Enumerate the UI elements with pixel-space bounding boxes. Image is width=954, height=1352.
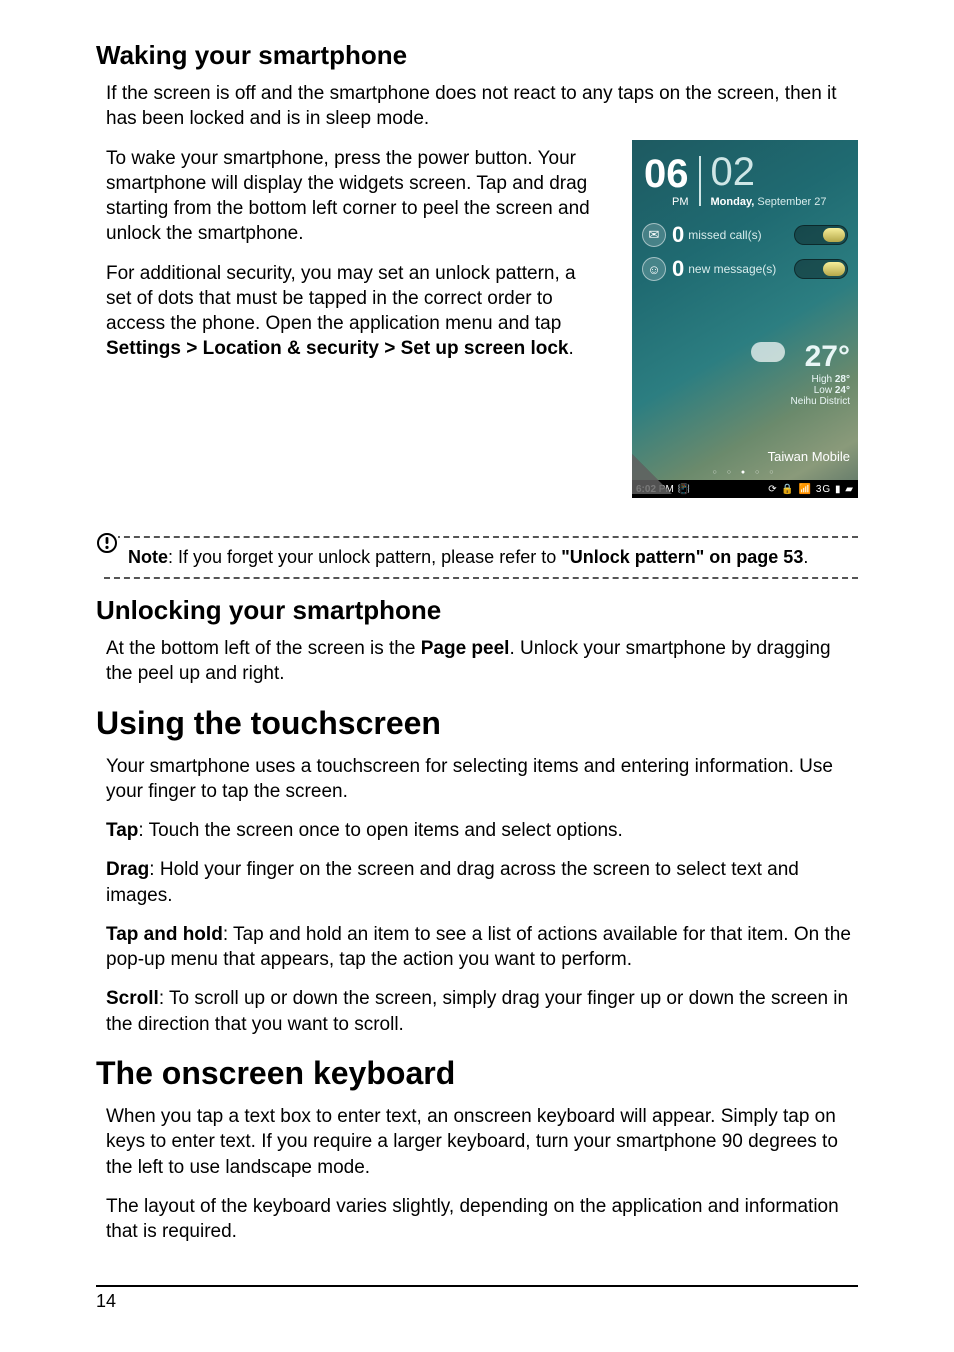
missed-calls-row[interactable]: ✉ 0 missed call(s) <box>642 222 848 248</box>
network-label: 3G <box>816 484 831 495</box>
para-waking-3: For additional security, you may set an … <box>96 261 606 362</box>
wifi-icon: 📶 <box>799 484 812 495</box>
clock-hour-col: 06 PM <box>644 154 689 208</box>
weather-low-lbl: Low <box>814 385 835 396</box>
note-label: Note <box>128 547 168 567</box>
para-touch-tap: Tap: Touch the screen once to open items… <box>96 818 858 843</box>
manual-page: Waking your smartphone If the screen is … <box>0 0 954 1352</box>
heading-touchscreen: Using the touchscreen <box>96 705 858 742</box>
para-waking-3c: . <box>568 338 573 359</box>
heading-unlocking: Unlocking your smartphone <box>96 595 858 626</box>
note-body: : If you forget your unlock pattern, ple… <box>168 547 561 567</box>
para-touch-drag: Drag: Hold your finger on the screen and… <box>96 857 858 908</box>
clock-hour: 06 <box>644 154 689 194</box>
term-scroll: Scroll <box>106 988 159 1009</box>
weather-widget: 27° High 28° Low 24° Neihu District <box>791 340 850 407</box>
term-taphold: Tap and hold <box>106 924 223 945</box>
para-unlocking-1a: At the bottom left of the screen is the <box>106 638 421 659</box>
weather-low: Low 24° <box>791 385 850 396</box>
weather-location: Neihu District <box>791 396 850 407</box>
new-messages-count: 0 <box>672 256 684 282</box>
lockscreen-clock-row: 06 PM 02 Monday, September 27 <box>632 140 858 214</box>
note-tail: . <box>803 547 808 567</box>
para-waking-2: To wake your smartphone, press the power… <box>96 146 606 247</box>
clock-divider <box>699 156 701 206</box>
page-peel[interactable] <box>632 454 676 498</box>
weather-high: High 28° <box>791 374 850 385</box>
cloud-icon <box>751 342 785 362</box>
para-touch-1: Your smartphone uses a touchscreen for s… <box>96 754 858 805</box>
def-scroll: : To scroll up or down the screen, simpl… <box>106 988 848 1034</box>
heading-waking: Waking your smartphone <box>96 40 858 71</box>
footer-rule <box>96 1285 858 1287</box>
settings-path: Settings > Location & security > Set up … <box>106 338 568 359</box>
clock-day: Monday, <box>711 196 755 208</box>
note-xref[interactable]: "Unlock pattern" on page 53 <box>561 547 803 567</box>
status-right: ⟳ 🔒 📶 3G ▮ ▰ <box>768 484 854 495</box>
battery-icon: ▰ <box>845 484 854 495</box>
clock-date: Monday, September 27 <box>711 196 827 208</box>
weather-high-lbl: High <box>812 374 835 385</box>
term-tap: Tap <box>106 820 138 841</box>
para-unlocking-1: At the bottom left of the screen is the … <box>96 636 858 687</box>
weather-low-val: 24° <box>835 385 850 396</box>
page-number: 14 <box>96 1291 858 1312</box>
page-footer: 14 <box>96 1285 858 1312</box>
weather-high-val: 28° <box>835 374 850 385</box>
message-icon: ☺ <box>642 257 666 281</box>
para-kb-2: The layout of the keyboard varies slight… <box>96 1194 858 1245</box>
new-messages-slider[interactable] <box>794 259 848 279</box>
para-touch-taphold: Tap and hold: Tap and hold an item to se… <box>96 922 858 973</box>
clock-minute-col: 02 Monday, September 27 <box>711 152 827 208</box>
vibrate-icon: 📳 <box>678 484 690 495</box>
para-waking-1: If the screen is off and the smartphone … <box>96 81 858 132</box>
missed-calls-count: 0 <box>672 222 684 248</box>
def-tap: : Touch the screen once to open items an… <box>138 820 622 841</box>
missed-calls-label: missed call(s) <box>688 228 794 242</box>
signal-icon: ▮ <box>835 484 842 495</box>
new-messages-row[interactable]: ☺ 0 new message(s) <box>642 256 848 282</box>
clock-date-rest: September 27 <box>754 196 826 208</box>
term-drag: Drag <box>106 859 149 880</box>
missed-call-icon: ✉ <box>642 223 666 247</box>
weather-temp: 27° <box>791 340 850 374</box>
lock-screen-illustration: 06 PM 02 Monday, September 27 ✉ 0 missed… <box>632 140 858 498</box>
para-touch-scroll: Scroll: To scroll up or down the screen,… <box>96 986 858 1037</box>
caution-icon <box>96 532 118 554</box>
missed-calls-slider[interactable] <box>794 225 848 245</box>
heading-keyboard: The onscreen keyboard <box>96 1055 858 1092</box>
note-text: Note: If you forget your unlock pattern,… <box>128 547 808 567</box>
new-messages-label: new message(s) <box>688 262 794 276</box>
para-waking-3a: For additional security, you may set an … <box>106 263 576 335</box>
lock-icon: 🔒 <box>781 484 794 495</box>
def-drag: : Hold your finger on the screen and dra… <box>106 859 799 905</box>
term-page-peel: Page peel <box>421 638 510 659</box>
note-callout: Note: If you forget your unlock pattern,… <box>96 536 858 579</box>
carrier-label: Taiwan Mobile <box>768 449 850 464</box>
para-kb-1: When you tap a text box to enter text, a… <box>96 1104 858 1180</box>
sync-icon: ⟳ <box>768 484 777 495</box>
clock-ampm: PM <box>644 196 689 208</box>
clock-minute: 02 <box>711 152 827 192</box>
